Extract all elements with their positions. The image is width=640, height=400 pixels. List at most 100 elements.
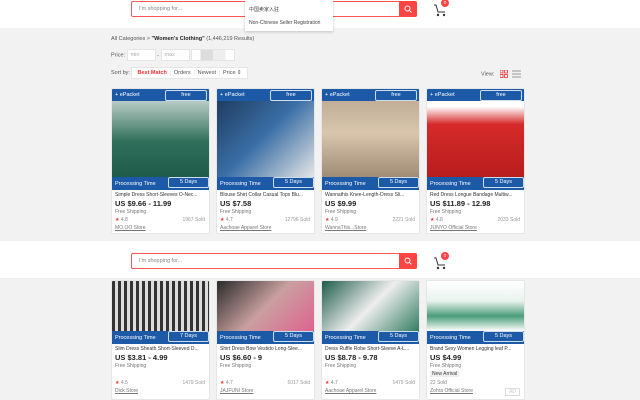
shipping-info: Free Shipping <box>325 209 357 215</box>
sort-label: Sort by: <box>111 70 130 76</box>
processing-time-bar: Processing Time 5 Days <box>427 177 524 190</box>
product-title[interactable]: Shirt Dress Bow Vestido Long-Slee... <box>220 346 313 352</box>
breadcrumb-root[interactable]: All Categories <box>111 36 145 42</box>
epacket-bar: + ePacket free <box>322 89 419 101</box>
product-title[interactable]: Wannathis Knee-Length-Dress Sli... <box>325 192 418 198</box>
dropdown-item-cn[interactable]: 中国卖家入驻 <box>249 6 279 13</box>
shipping-info: Free Shipping <box>220 363 252 369</box>
product-image[interactable] <box>322 89 419 177</box>
product-title[interactable]: Brand Sexy Women Legging leaf P... <box>430 346 523 352</box>
product-price: US $9.66 - 11.99 <box>115 199 172 208</box>
sold-count: 2033 Sold <box>497 217 520 223</box>
epacket-bar: + ePacket free <box>427 89 524 101</box>
price-max-input[interactable]: max <box>160 49 190 61</box>
product-card[interactable]: + ePacket free Processing Time 5 Days Wanna… <box>321 88 420 234</box>
processing-days: 5 Days <box>483 331 524 342</box>
processing-days: 5 Days <box>378 177 419 188</box>
free-badge: free <box>165 90 207 101</box>
store-link[interactable]: JUNYO Official Store <box>430 225 523 231</box>
search-icon <box>404 5 412 13</box>
sold-count: 22 Sold <box>430 380 447 386</box>
product-image[interactable] <box>112 89 209 177</box>
product-card[interactable]: + ePacket free Processing Time 5 Days Simpl… <box>111 88 210 234</box>
search-button[interactable] <box>399 253 417 269</box>
product-price: US $9.99 <box>325 199 357 208</box>
search-button[interactable] <box>399 1 417 17</box>
free-badge: free <box>270 90 312 101</box>
product-image[interactable] <box>427 281 524 331</box>
store-link[interactable]: Dick Store <box>115 388 208 394</box>
star-icon: ★ <box>430 217 435 223</box>
result-count: (1,446,219 Results) <box>206 36 255 42</box>
store-link[interactable]: MO.OO Store <box>115 225 208 231</box>
dropdown-item-seller-registration[interactable]: Non-Chinese Seller Registration <box>249 20 320 26</box>
rating-value: 4.8 <box>435 217 443 223</box>
processing-label: Processing Time <box>220 335 261 341</box>
search-icon <box>404 257 412 265</box>
product-title[interactable]: Slim Dress Sheath Short-Sleeved D... <box>115 346 208 352</box>
store-link[interactable]: JAJFUNI Store <box>220 388 313 394</box>
cart-button[interactable]: 0 <box>433 0 449 17</box>
shipping-info: Free Shipping <box>430 209 462 215</box>
grid-view-icon[interactable] <box>499 69 508 78</box>
processing-label: Processing Time <box>115 335 156 341</box>
product-image[interactable] <box>112 281 209 331</box>
product-image[interactable] <box>217 89 314 177</box>
processing-label: Processing Time <box>430 335 471 341</box>
rating-value: 4.7 <box>330 380 338 386</box>
list-view-icon[interactable] <box>512 70 522 78</box>
free-badge: free <box>375 90 417 101</box>
star-icon: ★ <box>325 217 330 223</box>
product-price: US $11.89 - 12.98 <box>430 199 491 208</box>
sort-orders[interactable]: Orders <box>169 70 194 76</box>
processing-time-bar: Processing Time 5 Days <box>322 177 419 190</box>
free-badge: free <box>480 90 522 101</box>
store-link[interactable]: Aachoae Apparel Store <box>325 388 418 394</box>
processing-days: 5 Days <box>168 177 209 188</box>
price-sep: - <box>157 52 159 59</box>
sold-count: 2221 Sold <box>392 217 415 223</box>
star-icon: ★ <box>220 217 225 223</box>
store-link[interactable]: WannaThis...Store <box>325 225 418 231</box>
product-title[interactable]: Blouse Shirt Collar Casual Tops Blu... <box>220 192 313 198</box>
rating-value: 4.9 <box>330 217 338 223</box>
processing-time-bar: Processing Time 5 Days <box>427 331 524 344</box>
epacket-label: + ePacket <box>430 92 455 98</box>
price-histogram[interactable] <box>191 49 236 61</box>
sort-best-match[interactable]: Best Match <box>134 70 169 76</box>
product-card[interactable]: Processing Time 5 Days Dress Ruffle Robe … <box>321 280 420 400</box>
sort-newest[interactable]: Newest <box>193 70 219 76</box>
product-title[interactable]: Red Dress Longue Bandage Multiw... <box>430 192 523 198</box>
shipping-info: Free Shipping <box>220 209 252 215</box>
cart-button[interactable]: 0 <box>433 252 449 270</box>
sticky-search-input[interactable]: I'm shopping for... <box>131 253 417 269</box>
epacket-label: + ePacket <box>115 92 140 98</box>
sort-price[interactable]: Price ⇕ <box>218 70 245 76</box>
shipping-info: Free Shipping <box>115 363 147 369</box>
processing-days: 5 Days <box>273 331 314 342</box>
product-image[interactable] <box>427 89 524 177</box>
epacket-bar: + ePacket free <box>112 89 209 101</box>
product-card[interactable]: + ePacket free Processing Time 5 Days Red D… <box>426 88 525 234</box>
search-placeholder: I'm shopping for... <box>139 258 183 264</box>
product-image[interactable] <box>217 281 314 331</box>
product-title[interactable]: Simple Dress Short-Sleeves O-Nec... <box>115 192 208 198</box>
processing-days: 7 Days <box>168 331 209 342</box>
view-toggle: View: <box>481 69 522 78</box>
product-card[interactable]: Processing Time 7 Days Slim Dress Sheath … <box>111 280 210 400</box>
product-title[interactable]: Dress Ruffle Robe Short-Sleeve A-L... <box>325 346 418 352</box>
breadcrumb-category: "Women's Clothing" <box>151 36 205 42</box>
product-card[interactable]: Processing Time 5 Days Shirt Dress Bow Ve… <box>216 280 315 400</box>
rating-value: 4.7 <box>225 380 233 386</box>
product-card[interactable]: + ePacket free Processing Time 5 Days Blous… <box>216 88 315 234</box>
ad-badge: AD <box>505 388 520 396</box>
cart-badge: 0 <box>441 252 449 260</box>
product-card[interactable]: Processing Time 5 Days Brand Sexy Women L… <box>426 280 525 400</box>
new-arrival-badge: New Arrival <box>430 371 460 377</box>
store-link[interactable]: Aachoae Apparel Store <box>220 225 313 231</box>
product-image[interactable] <box>322 281 419 331</box>
processing-label: Processing Time <box>115 181 156 187</box>
shipping-info: Free Shipping <box>430 363 462 369</box>
price-min-input[interactable]: min <box>126 49 156 61</box>
sold-count: 1479 Sold <box>182 380 205 386</box>
